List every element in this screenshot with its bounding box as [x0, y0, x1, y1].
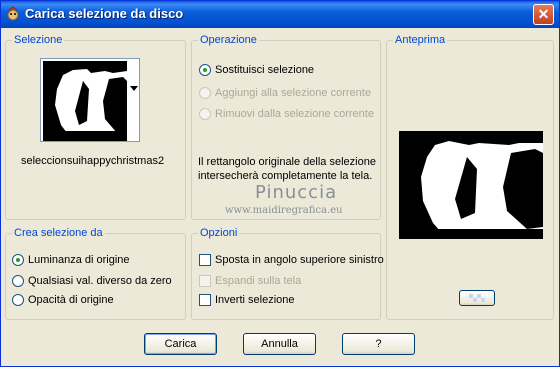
radio-opacita[interactable]	[12, 294, 24, 306]
selection-thumbnail	[43, 61, 127, 141]
help-button[interactable]: ?	[342, 333, 415, 355]
checkbox-espandi[interactable]	[199, 275, 211, 287]
checkbox-sposta[interactable]	[199, 254, 211, 266]
radio-sostituisci[interactable]	[199, 64, 211, 76]
info-text-line1: Il rettangolo originale della selezione	[198, 156, 376, 168]
watermark-name: Pinuccia	[255, 182, 338, 203]
checkbox-espandi-label[interactable]: Espandi sulla tela	[215, 275, 301, 287]
radio-sostituisci-label[interactable]: Sostituisci selezione	[215, 64, 314, 76]
operazione-group-title: Operazione	[198, 34, 259, 46]
radio-luminanza-label[interactable]: Luminanza di origine	[28, 254, 130, 266]
radio-rimuovi-label[interactable]: Rimuovi dalla selezione corrente	[215, 108, 374, 120]
checkbox-sposta-label[interactable]: Sposta in angolo superiore sinistro	[215, 254, 384, 266]
close-button[interactable]: ✕	[533, 4, 554, 25]
app-icon	[7, 6, 19, 21]
radio-aggiungi-label[interactable]: Aggiungi alla selezione corrente	[215, 87, 371, 99]
radio-aggiungi[interactable]	[199, 87, 211, 99]
anteprima-group-title: Anteprima	[393, 34, 448, 46]
selezione-group-title: Selezione	[12, 34, 65, 46]
info-text-line2: intersecherà completamente la tela.	[198, 170, 373, 182]
radio-qualsiasi-label[interactable]: Qualsiasi val. diverso da zero	[28, 275, 172, 287]
window-title: Carica selezione da disco	[25, 6, 184, 21]
radio-qualsiasi[interactable]	[12, 275, 24, 287]
chevron-down-icon	[130, 86, 138, 91]
preview-image	[399, 131, 543, 239]
watermark-url: www.maidiregrafica.eu	[225, 205, 343, 216]
carica-button[interactable]: Carica	[144, 333, 217, 355]
checker-icon	[469, 294, 485, 302]
title-bar[interactable]: Carica selezione da disco ✕	[1, 1, 559, 28]
checkbox-inverti-label[interactable]: Inverti selezione	[215, 294, 295, 306]
selection-file-name: seleccionsuihappychristmas2	[21, 155, 165, 167]
radio-rimuovi[interactable]	[199, 108, 211, 120]
dialog-window: Carica selezione da disco ✕ Selezione se…	[0, 0, 560, 367]
radio-opacita-label[interactable]: Opacità di origine	[28, 294, 114, 306]
radio-luminanza[interactable]	[12, 254, 24, 266]
opzioni-group-title: Opzioni	[198, 227, 240, 239]
annulla-button[interactable]: Annulla	[243, 333, 316, 355]
checkbox-inverti[interactable]	[199, 294, 211, 306]
selection-thumbnail-dropdown[interactable]	[40, 58, 140, 142]
preview-zoom-button[interactable]	[459, 290, 495, 306]
close-icon: ✕	[537, 6, 550, 22]
crea-selezione-group-title: Crea selezione da	[12, 227, 105, 239]
